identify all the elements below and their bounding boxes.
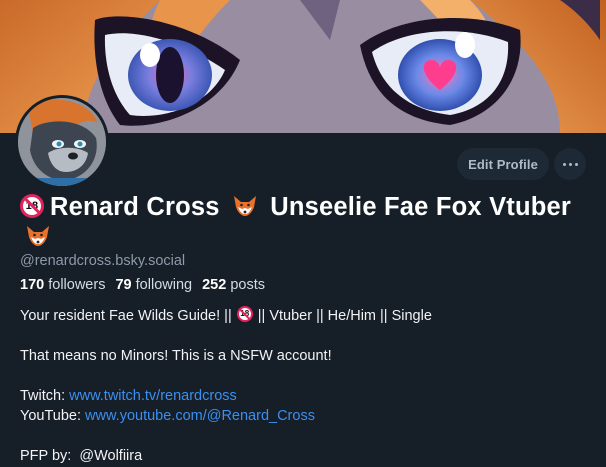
posts-count: 252 xyxy=(202,277,227,293)
youtube-link[interactable]: www.youtube.com/@Renard_Cross xyxy=(85,408,315,424)
more-options-button[interactable] xyxy=(554,148,586,180)
following-count: 79 xyxy=(115,277,132,293)
fox-icon xyxy=(27,226,49,246)
bio-youtube-line: YouTube: www.youtube.com/@Renard_Cross xyxy=(20,408,315,424)
posts-stat: 252 posts xyxy=(202,277,265,293)
edit-profile-button[interactable]: Edit Profile xyxy=(457,148,549,180)
profile-bio: Your resident Fae Wilds Guide! || 18 || … xyxy=(20,306,590,466)
bio-pfp-line: PFP by: @Wolfiira xyxy=(20,448,143,464)
pfp-credit-mention[interactable]: @Wolfiira xyxy=(79,448,142,464)
avatar-image xyxy=(18,98,106,186)
profile-stats: 170 followers 79 following 252 posts xyxy=(20,277,265,293)
twitch-link[interactable]: www.twitch.tv/renardcross xyxy=(69,388,237,404)
posts-label: posts xyxy=(230,277,266,293)
avatar[interactable] xyxy=(15,95,109,189)
display-name: 18Renard Cross Unseelie Fae Fox Vtuber xyxy=(20,192,590,252)
fox-icon xyxy=(233,196,256,216)
more-icon xyxy=(562,162,566,166)
followers-label: followers xyxy=(48,277,106,293)
followers-count: 170 xyxy=(20,277,45,293)
following-stat[interactable]: 79 following xyxy=(115,277,192,293)
more-icon xyxy=(568,162,572,166)
display-name-part-3: Vtuber xyxy=(489,193,572,221)
display-name-part-1: Renard Cross xyxy=(50,193,220,221)
bio-line: That means no Minors! This is a NSFW acc… xyxy=(20,348,332,364)
no-under-18-icon: 18 xyxy=(20,194,44,218)
followers-stat[interactable]: 170 followers xyxy=(20,277,105,293)
display-name-part-2: Unseelie Fae Fox xyxy=(270,193,482,221)
profile-handle: @renardcross.bsky.social xyxy=(20,253,186,269)
following-label: following xyxy=(135,277,193,293)
more-icon xyxy=(574,162,578,166)
no-under-18-icon: 18 xyxy=(236,306,253,322)
bio-twitch-line: Twitch: www.twitch.tv/renardcross xyxy=(20,388,237,404)
bio-line: Your resident Fae Wilds Guide! || 18 || … xyxy=(20,306,432,324)
